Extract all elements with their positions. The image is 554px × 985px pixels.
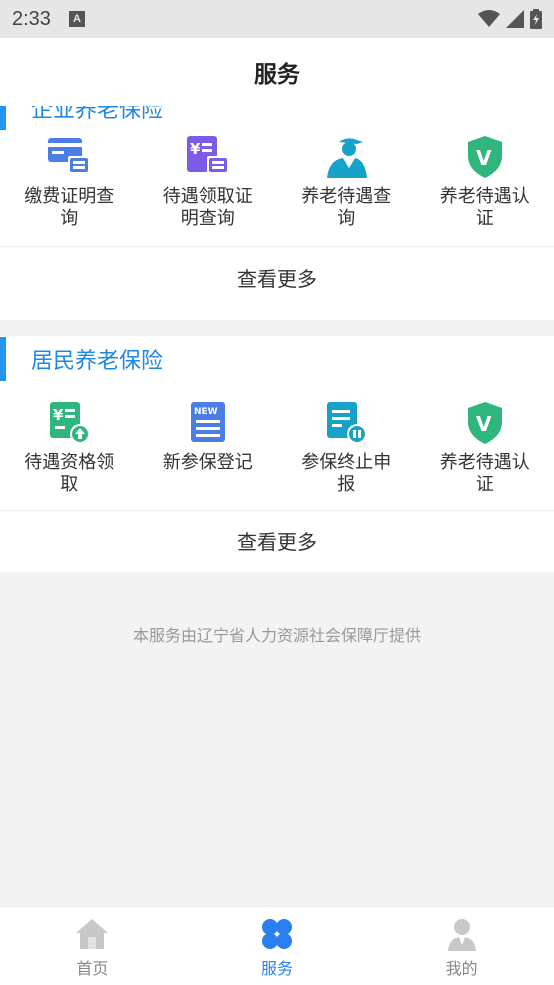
service-item-label: 养老待遇认证 (439, 452, 530, 495)
service-item-label: 参保终止申报 (301, 452, 392, 495)
svg-text:¥: ¥ (53, 406, 64, 424)
home-icon (76, 919, 109, 949)
new-document-icon: NEW (190, 402, 225, 442)
footer-note: 本服务由辽宁省人力资源社会保障厅提供 (132, 626, 421, 645)
status-time: 2:33 (12, 7, 51, 30)
svg-text:¥: ¥ (190, 140, 201, 158)
service-item-new-registration[interactable]: NEW 新参保登记 (139, 394, 278, 510)
service-item-label: 待遇领取证明查询 (162, 186, 253, 229)
service-item-pension-verify[interactable]: V 养老待遇认证 (416, 394, 554, 510)
service-item-label: 养老待遇认证 (439, 186, 530, 229)
worker-icon (327, 138, 368, 178)
svg-text:NEW: NEW (194, 407, 218, 417)
tab-mine[interactable]: 我的 (369, 907, 554, 985)
section-title: 居民养老保险 (31, 349, 164, 374)
service-grid: 缴费证明查询 ¥ 待遇领取证明查询 养老待遇查询 V 养老待遇认证 (0, 128, 554, 246)
svg-text:V: V (476, 412, 492, 436)
view-more-button[interactable]: 查看更多 (0, 510, 554, 570)
app-bar: 服务 (0, 38, 554, 106)
section-header: 企业养老保险 (0, 106, 554, 130)
payment-certificate-icon (48, 138, 91, 174)
service-item-benefit-eligibility[interactable]: ¥ 待遇资格领取 (0, 394, 139, 510)
status-icons (478, 9, 542, 29)
service-item-pension-verify[interactable]: V 养老待遇认证 (416, 128, 554, 246)
page-title: 服务 (254, 62, 300, 88)
wifi-icon (478, 10, 500, 27)
service-item-payment-cert[interactable]: 缴费证明查询 (0, 128, 139, 246)
tab-label: 我的 (445, 959, 478, 978)
tab-label: 首页 (76, 959, 109, 978)
bottom-tab-bar: 首页 服务 我的 (0, 906, 554, 985)
status-bar: 2:33 A (0, 0, 554, 38)
section-resident-pension: 居民养老保险 ¥ 待遇资格领取 NEW 新参保登记 参保终止申报 V 养老待遇认… (0, 336, 554, 572)
notification-a-icon: A (68, 11, 85, 27)
yuan-upload-icon: ¥ (50, 402, 91, 444)
battery-icon (530, 9, 542, 29)
service-item-label: 待遇资格领取 (24, 452, 115, 495)
view-more-button[interactable]: 查看更多 (0, 246, 554, 308)
svg-text:V: V (476, 146, 492, 170)
section-title: 企业养老保险 (31, 106, 164, 123)
service-item-label: 缴费证明查询 (24, 186, 115, 229)
service-item-termination[interactable]: 参保终止申报 (277, 394, 416, 510)
service-grid: ¥ 待遇资格领取 NEW 新参保登记 参保终止申报 V 养老待遇认证 (0, 394, 554, 510)
service-item-benefit-cert[interactable]: ¥ 待遇领取证明查询 (139, 128, 278, 246)
service-item-label: 新参保登记 (162, 452, 253, 473)
profile-icon (447, 919, 476, 951)
service-item-label: 养老待遇查询 (301, 186, 392, 229)
tab-service[interactable]: 服务 (185, 907, 370, 985)
verify-shield-icon: V (467, 402, 502, 444)
tab-label: 服务 (261, 959, 294, 978)
service-content[interactable]: 企业养老保险 缴费证明查询 ¥ 待遇领取证明查询 养老待遇查询 V 养老待遇认证… (0, 106, 554, 880)
clover-icon (262, 919, 292, 949)
section-header: 居民养老保险 (0, 336, 554, 382)
section-enterprise-pension: 企业养老保险 缴费证明查询 ¥ 待遇领取证明查询 养老待遇查询 V 养老待遇认证… (0, 106, 554, 320)
verify-shield-icon: V (467, 136, 502, 178)
tab-home[interactable]: 首页 (0, 907, 185, 985)
signal-icon (506, 10, 524, 28)
yuan-certificate-icon: ¥ (186, 136, 229, 174)
service-item-pension-query[interactable]: 养老待遇查询 (277, 128, 416, 246)
pause-document-icon (327, 402, 368, 444)
